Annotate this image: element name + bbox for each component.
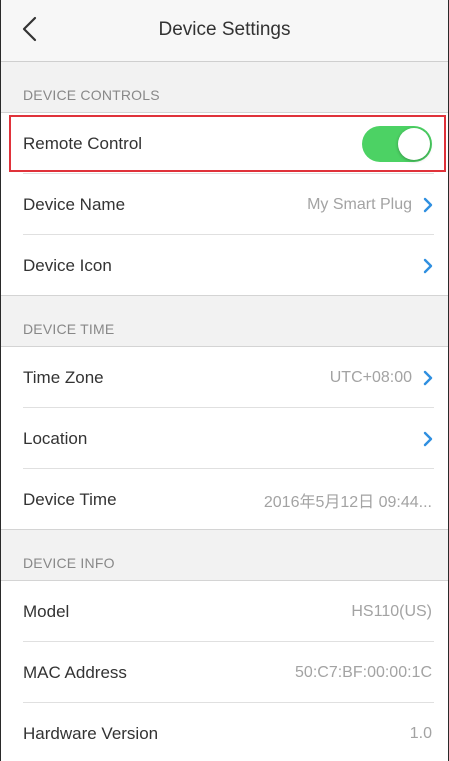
location-row[interactable]: Location (1, 408, 448, 469)
mac-address-value: 50:C7:BF:00:00:1C (295, 663, 432, 681)
hardware-version-value: 1.0 (409, 724, 432, 742)
time-zone-label: Time Zone (23, 367, 104, 387)
device-icon-row[interactable]: Device Icon (1, 235, 448, 296)
time-zone-row[interactable]: Time Zone UTC+08:00 (1, 347, 448, 408)
section-header-device-info: DEVICE INFO (1, 530, 448, 581)
device-time-value: 2016年5月12日 09:44... (263, 493, 432, 511)
section-header-device-controls: DEVICE CONTROLS (1, 62, 448, 113)
device-time-row: Device Time 2016年5月12日 09:44... (1, 469, 448, 530)
device-name-value: My Smart Plug (307, 195, 412, 213)
chevron-right-icon (422, 257, 434, 275)
chevron-right-icon (422, 430, 434, 448)
model-row: Model HS110(US) (1, 581, 448, 642)
device-settings-screen: Device Settings DEVICE CONTROLS Remote C… (0, 0, 449, 761)
page-title: Device Settings (158, 19, 291, 40)
chevron-right-icon (422, 196, 434, 214)
device-name-label: Device Name (23, 194, 126, 214)
section-header-label: DEVICE INFO (23, 555, 115, 571)
hardware-version-label: Hardware Version (23, 723, 159, 743)
remote-control-toggle[interactable] (362, 125, 432, 162)
nav-bar: Device Settings (1, 0, 448, 62)
time-zone-value: UTC+08:00 (329, 368, 412, 386)
chevron-right-icon (422, 369, 434, 387)
remote-control-label: Remote Control (23, 133, 143, 153)
device-time-label: Device Time (23, 489, 117, 509)
device-icon-label: Device Icon (23, 255, 112, 275)
remote-control-row: Remote Control (1, 113, 448, 174)
device-name-row[interactable]: Device Name My Smart Plug (1, 174, 448, 235)
hardware-version-row: Hardware Version 1.0 (1, 703, 448, 761)
mac-address-label: MAC Address (23, 662, 127, 682)
model-label: Model (23, 601, 70, 621)
section-header-label: DEVICE TIME (23, 321, 115, 337)
model-value: HS110(US) (351, 602, 432, 620)
section-header-label: DEVICE CONTROLS (23, 87, 160, 103)
section-header-device-time: DEVICE TIME (1, 296, 448, 347)
toggle-knob (398, 127, 430, 160)
mac-address-row: MAC Address 50:C7:BF:00:00:1C (1, 642, 448, 703)
location-label: Location (23, 428, 88, 448)
